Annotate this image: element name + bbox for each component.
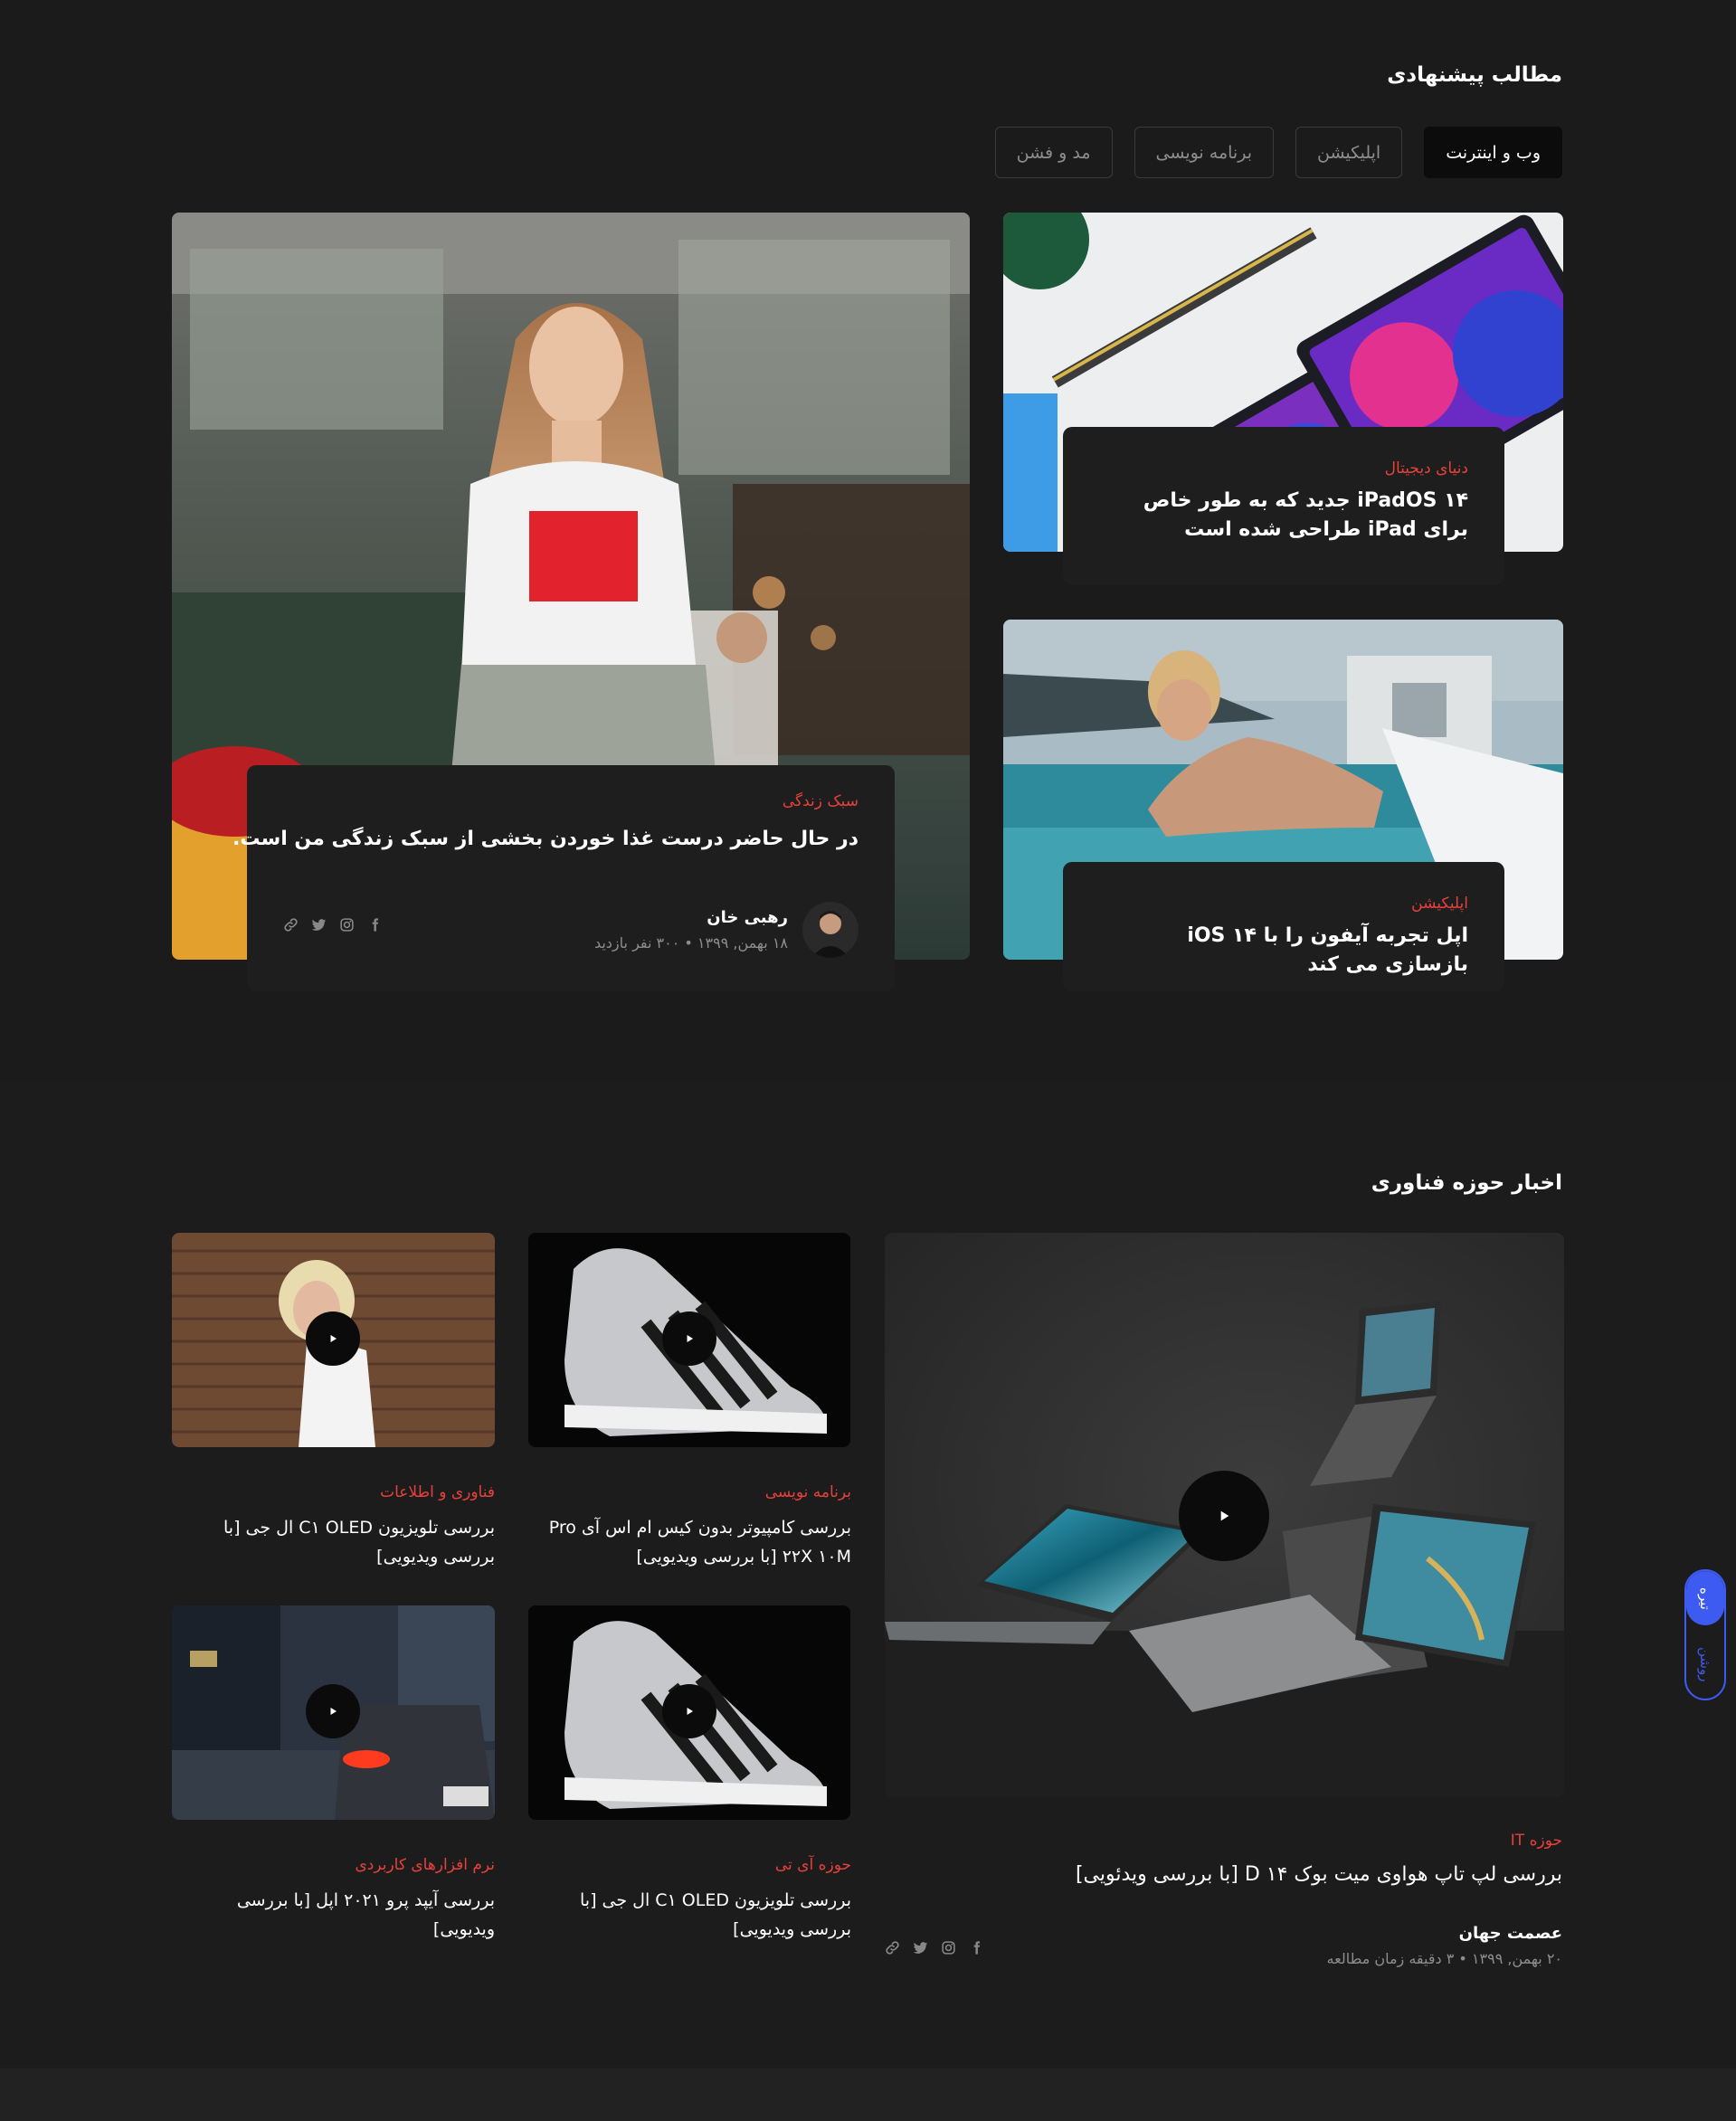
side-post-card[interactable]: دنیای دیجیتال iPadOS ۱۴ جدید که به طور خ… <box>1063 427 1504 585</box>
play-button[interactable] <box>662 1684 716 1738</box>
featured-post-card[interactable]: سبک زندگی در حال حاضر درست غذا خوردن بخش… <box>232 765 895 991</box>
category-tabs: وب و اینترنت اپلیکیشن برنامه نویسی مد و … <box>994 127 1562 178</box>
post-category[interactable]: سبک زندگی <box>283 792 859 810</box>
post-title[interactable]: بررسی کامپیوتر بدون کیس ام اس آی Pro ۲۲X… <box>529 1513 851 1571</box>
author-name[interactable]: رهبی خان <box>594 908 788 927</box>
post-author: رهبی خان ۱۸ بهمن, ۱۳۹۹ • ۳۰۰ نفر بازدید <box>594 902 859 958</box>
tech-news-section: اخبار حوزه فناوری حوزه IT بررسی لپ تاپ ه… <box>0 1083 1736 2069</box>
play-icon <box>327 1706 338 1717</box>
tab-fashion[interactable]: مد و فشن <box>994 127 1113 178</box>
instagram-icon[interactable] <box>339 917 355 933</box>
dark-mode-label: تیره <box>1697 1586 1713 1610</box>
post-category[interactable]: حوزه آی تی <box>775 1856 851 1874</box>
side-post-card[interactable]: اپلیکیشن اپل تجربه آیفون را با iOS ۱۴ با… <box>1063 862 1504 991</box>
dark-mode-option[interactable]: تیره <box>1686 1571 1724 1625</box>
post-title[interactable]: بررسی لپ تاپ هواوی میت بوک D ۱۴ [با بررس… <box>1076 1861 1562 1889</box>
twitter-icon[interactable] <box>913 1940 928 1955</box>
post-author: عصمت جهان ۲۰ بهمن, ۱۳۹۹ • ۳ دقیقه زمان م… <box>1327 1924 1562 1967</box>
tab-applications[interactable]: اپلیکیشن <box>1295 127 1403 178</box>
play-icon <box>1217 1509 1231 1523</box>
facebook-icon[interactable] <box>969 1940 984 1955</box>
play-icon <box>327 1333 338 1344</box>
post-title[interactable]: iPadOS ۱۴ جدید که به طور خاص برای iPad ط… <box>1099 487 1468 544</box>
post-category[interactable]: دنیای دیجیتال <box>1099 459 1468 478</box>
link-icon[interactable] <box>885 1940 900 1955</box>
post-title[interactable]: اپل تجربه آیفون را با iOS ۱۴ بازسازی می … <box>1099 922 1468 980</box>
post-category[interactable]: اپلیکیشن <box>1099 895 1468 913</box>
post-title[interactable]: بررسی آیپد پرو ۲۰۲۱ اپل [با بررسی ویدیوی… <box>172 1886 495 1944</box>
section-title: مطالب پیشنهادی <box>1387 63 1562 87</box>
avatar[interactable] <box>802 902 859 958</box>
post-category[interactable]: نرم افزارهای کاربردی <box>355 1856 495 1874</box>
light-mode-option[interactable]: روشن <box>1686 1631 1724 1699</box>
post-category[interactable]: فناوری و اطلاعات <box>380 1483 495 1501</box>
link-icon[interactable] <box>283 917 299 933</box>
twitter-icon[interactable] <box>311 917 327 933</box>
play-button[interactable] <box>306 1311 360 1366</box>
post-category[interactable]: حوزه IT <box>1511 1832 1562 1850</box>
author-name[interactable]: عصمت جهان <box>1327 1924 1562 1943</box>
footer-strip <box>0 2069 1736 2121</box>
post-category[interactable]: برنامه نویسی <box>765 1483 851 1501</box>
light-mode-label: روشن <box>1697 1647 1713 1682</box>
post-title[interactable]: در حال حاضر درست غذا خوردن بخشی از سبک ز… <box>232 825 859 854</box>
play-icon <box>684 1333 695 1344</box>
share-icons <box>885 1940 984 1955</box>
post-title[interactable]: بررسی تلویزیون C۱ OLED ال جی [با بررسی و… <box>172 1513 495 1571</box>
post-meta: ۱۸ بهمن, ۱۳۹۹ • ۳۰۰ نفر بازدید <box>593 934 788 952</box>
share-icons <box>283 917 383 933</box>
play-button[interactable] <box>662 1311 716 1366</box>
play-button[interactable] <box>1179 1471 1269 1561</box>
facebook-icon[interactable] <box>367 917 383 933</box>
theme-toggle[interactable]: تیره روشن <box>1684 1569 1726 1700</box>
tab-programming[interactable]: برنامه نویسی <box>1134 127 1274 178</box>
tab-web-internet[interactable]: وب و اینترنت <box>1424 127 1562 178</box>
play-icon <box>684 1706 695 1717</box>
play-button[interactable] <box>306 1684 360 1738</box>
post-meta: ۲۰ بهمن, ۱۳۹۹ • ۳ دقیقه زمان مطالعه <box>1326 1950 1562 1967</box>
instagram-icon[interactable] <box>941 1940 956 1955</box>
post-title[interactable]: بررسی تلویزیون C۱ OLED ال جی [با بررسی و… <box>529 1886 851 1944</box>
suggested-section: مطالب پیشنهادی وب و اینترنت اپلیکیشن برن… <box>0 0 1736 1083</box>
section-title: اخبار حوزه فناوری <box>1371 1171 1562 1195</box>
